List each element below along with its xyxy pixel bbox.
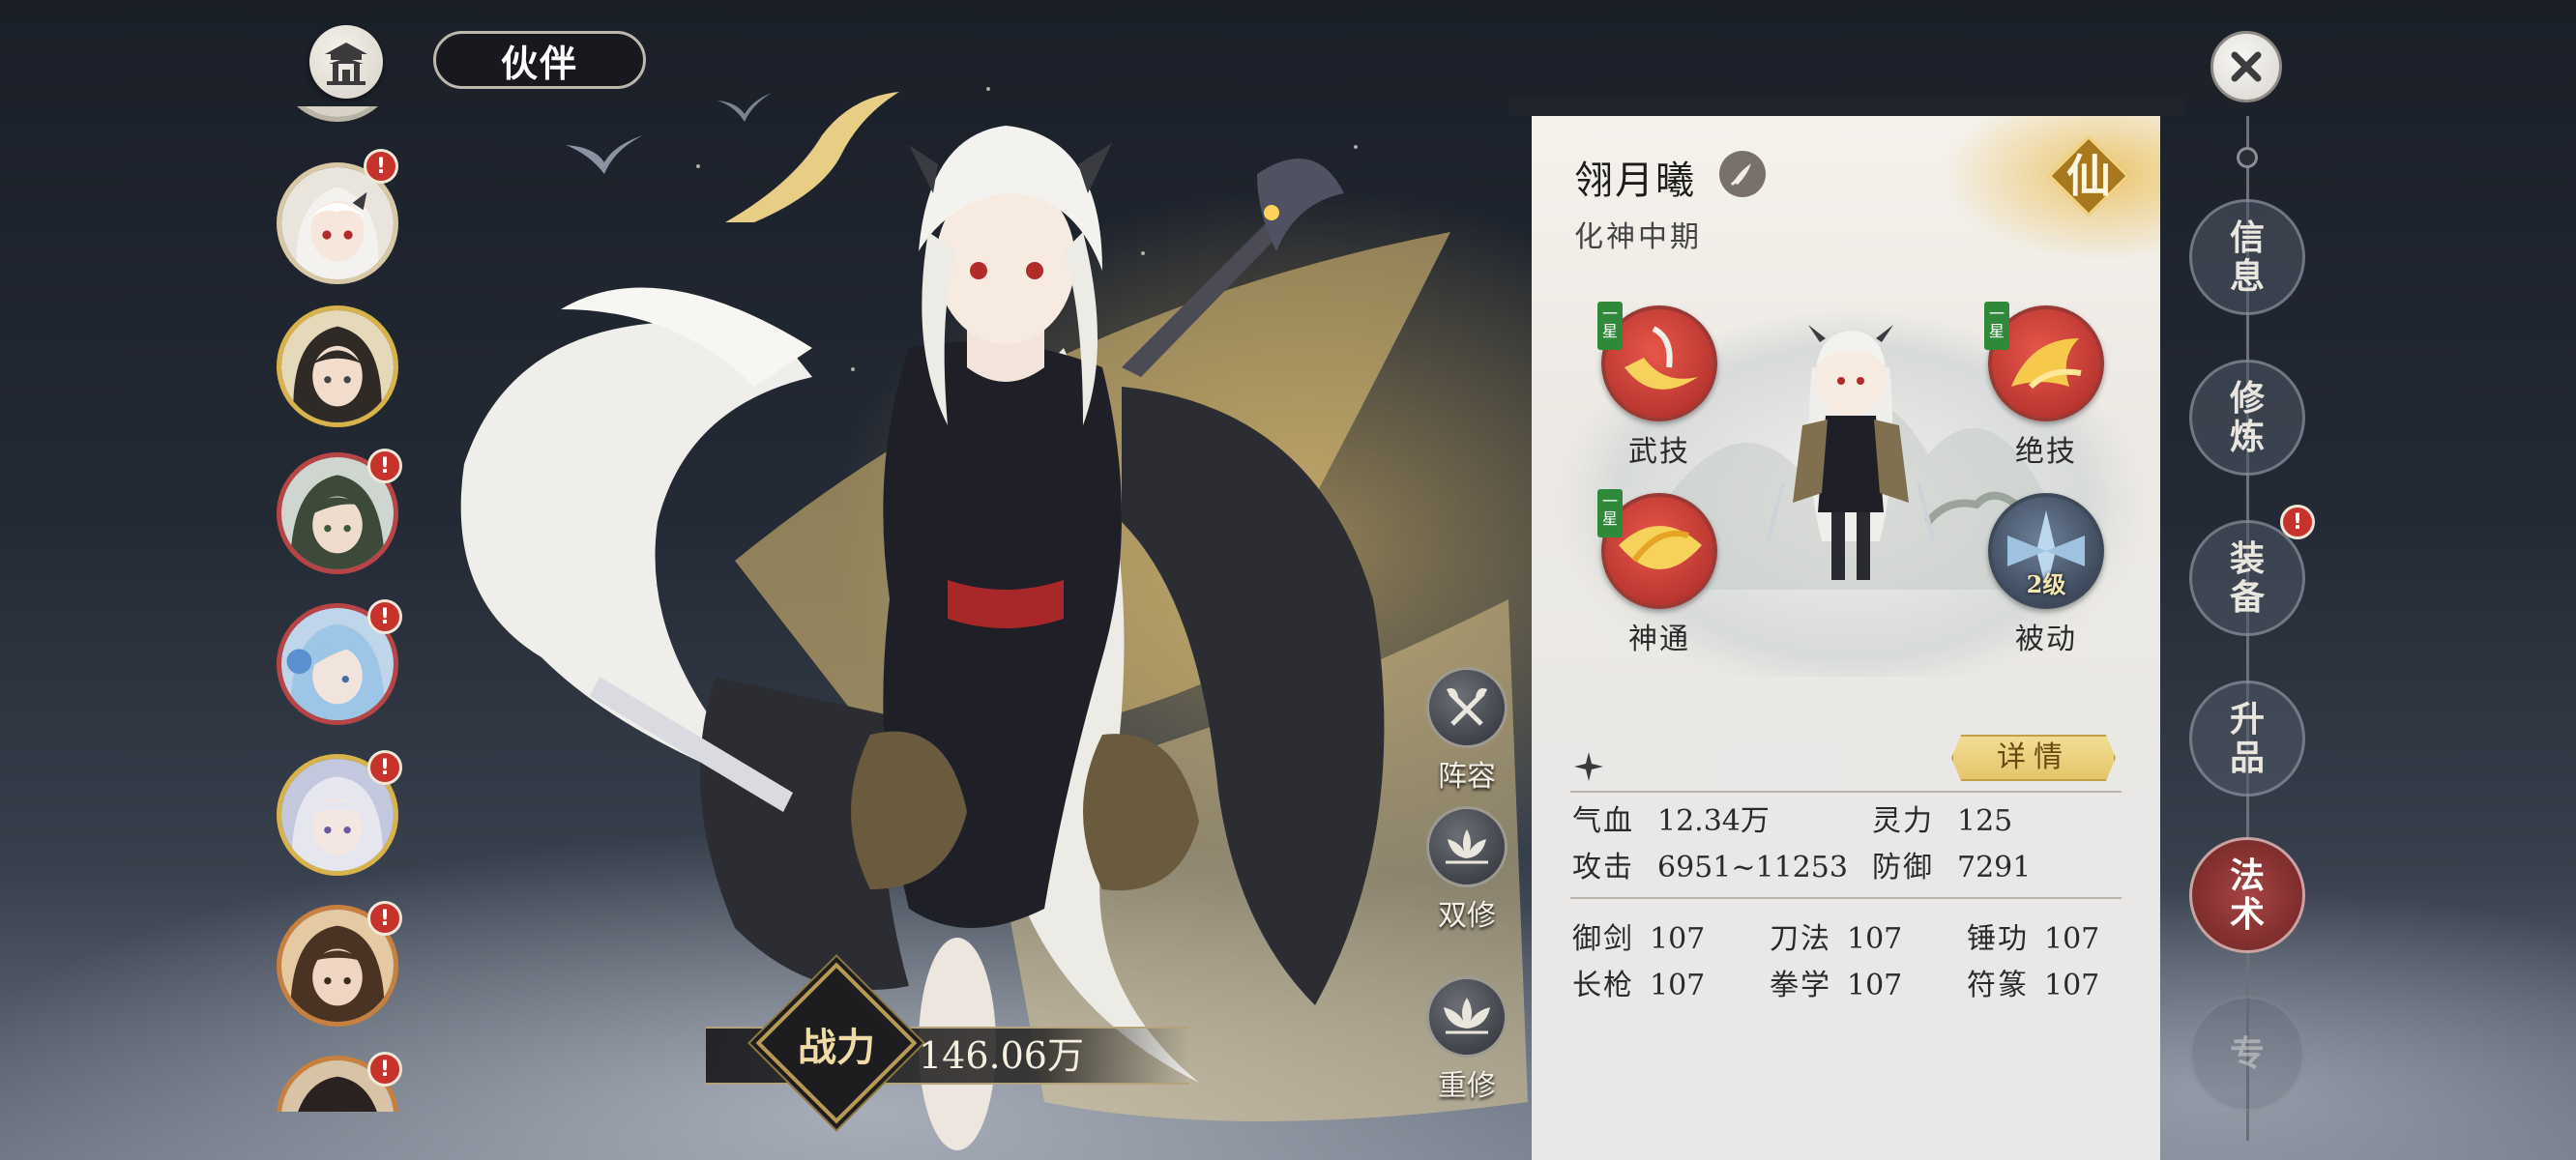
combat-power-label: 战力: [798, 1025, 875, 1070]
proficiency-item: 拳学 107: [1770, 969, 1903, 1002]
tab-special[interactable]: 专: [2180, 986, 2315, 1121]
tab-label: 升品: [2229, 699, 2265, 778]
divine-skill-icon: 一星: [1597, 489, 1717, 609]
blade-icon: [1719, 151, 1766, 197]
close-button[interactable]: [2210, 31, 2282, 102]
proficiency-item: 御剑 107: [1572, 922, 1706, 956]
cultivation-realm: 化神中期: [1574, 220, 1702, 254]
alert-badge: !: [2280, 505, 2315, 539]
rank-text: 仙: [2066, 150, 2111, 202]
character-info-panel: 翎月曦 化神中期 仙 一星 武技 一星 绝技 一星 神通 2级 被动 详情 气血…: [1532, 116, 2160, 1160]
star-tag: 一星: [1984, 302, 2009, 350]
close-icon: [2231, 51, 2262, 82]
tab-spells[interactable]: 法术: [2180, 827, 2315, 963]
lotus-icon: [1426, 976, 1508, 1058]
tab-label: 装备: [2229, 538, 2265, 618]
skill-name: 绝技: [2015, 435, 2077, 469]
combat-power-value: 146.06万: [919, 1034, 1084, 1077]
nav-dot: [2237, 147, 2258, 168]
formation-button[interactable]: 阵容: [1423, 667, 1510, 795]
divider: [1570, 897, 2122, 899]
dual-cultivation-label: 双修: [1438, 899, 1496, 933]
martial-skill-icon: 一星: [1597, 302, 1717, 421]
star-tag: 一星: [1597, 489, 1623, 537]
skill-passive[interactable]: 2级 被动: [1978, 493, 2114, 657]
proficiency-item: 长枪 107: [1572, 969, 1706, 1002]
dual-cultivation-button[interactable]: 双修: [1423, 806, 1510, 934]
skill-name: 被动: [2015, 623, 2077, 656]
skill-ultimate[interactable]: 一星 绝技: [1978, 302, 2114, 470]
tab-label: 法术: [2229, 856, 2265, 935]
divider: [1570, 791, 2122, 793]
star-tag: 一星: [1597, 302, 1623, 350]
passive-skill-icon: 2级: [1988, 493, 2104, 609]
skill-level: 2级: [2026, 570, 2066, 598]
skill-scene: 一星 武技 一星 绝技 一星 神通 2级 被动: [1561, 280, 2141, 677]
reset-cultivation-label: 重修: [1438, 1069, 1496, 1103]
skill-divine[interactable]: 一星 神通: [1592, 489, 1727, 657]
character-illustration: [460, 126, 1528, 1150]
tab-upgrade[interactable]: 升品: [2180, 671, 2315, 806]
stat-defense: 防御 7291: [1872, 851, 2032, 884]
stat-spirit: 灵力 125: [1872, 804, 2013, 838]
stat-hp: 气血 12.34万: [1572, 804, 1770, 838]
tab-info[interactable]: 信息: [2180, 189, 2315, 325]
tab-cultivation[interactable]: 修炼: [2180, 350, 2315, 485]
tab-label: 专: [2229, 1033, 2265, 1074]
proficiency-item: 刀法 107: [1770, 922, 1903, 956]
skill-name: 神通: [1628, 623, 1690, 656]
character-name: 翎月曦: [1574, 159, 1696, 203]
sparkle-icon: [1574, 752, 1603, 781]
skill-name: 武技: [1628, 435, 1690, 469]
reset-cultivation-button[interactable]: 重修: [1423, 976, 1510, 1104]
proficiency-item: 符篆 107: [1967, 969, 2100, 1002]
panel-top-bar: [1508, 97, 2185, 116]
stat-attack: 攻击 6951~11253: [1572, 851, 1848, 884]
crossed-axes-icon: [1426, 667, 1508, 748]
rank-badge: 仙: [2047, 134, 2130, 218]
ultimate-skill-icon: 一星: [1984, 302, 2104, 421]
pavilion-icon: [325, 43, 367, 85]
chibi-character: [1766, 325, 1936, 580]
tab-label: 信息: [2229, 218, 2265, 297]
formation-label: 阵容: [1438, 760, 1496, 794]
proficiency-item: 锤功 107: [1967, 922, 2100, 956]
lotus-icon: [1426, 806, 1508, 887]
tab-label: 修炼: [2229, 378, 2265, 457]
skill-martial[interactable]: 一星 武技: [1592, 302, 1727, 470]
details-button[interactable]: 详情: [1951, 735, 2116, 781]
